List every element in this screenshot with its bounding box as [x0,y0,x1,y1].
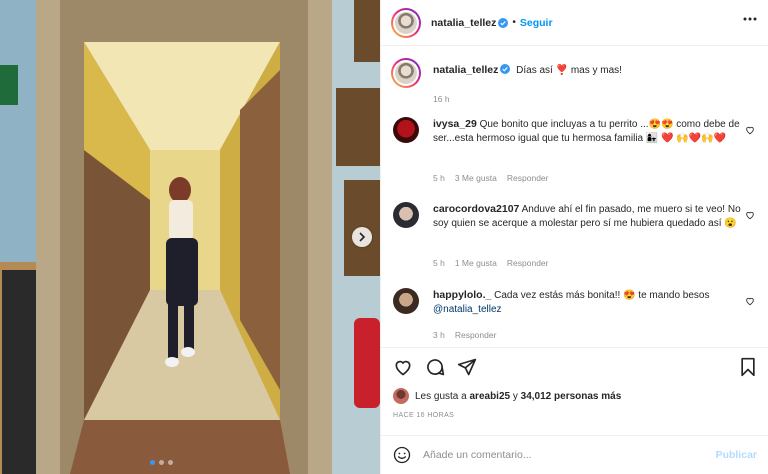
caption-username[interactable]: natalia_tellez [433,64,498,76]
liker-username[interactable]: areabi25 [470,391,511,402]
action-bar [381,347,768,387]
comment-like-icon[interactable] [745,125,755,135]
comment-like-icon[interactable] [745,210,755,220]
likes-summary: Les gusta a areabi25 y 34,012 personas m… [393,388,621,404]
comment-bubble-icon[interactable] [425,357,445,377]
verified-badge-icon [500,64,511,74]
comment-username[interactable]: happylolo._ [433,289,491,301]
likes-middle: y [512,390,518,402]
follow-button[interactable]: Seguir [520,17,553,29]
comment-reply-button[interactable]: Responder [507,258,549,268]
likes-count[interactable]: 34,012 personas más [521,391,622,402]
save-bookmark-icon[interactable] [739,357,757,377]
post-header: natalia_tellez • Seguir [381,0,768,46]
caption-avatar[interactable] [391,58,421,88]
photo-image [0,0,380,474]
carousel-dot [168,460,173,465]
comment-likes-count[interactable]: 1 Me gusta [455,258,497,268]
likes-prefix: Les gusta a [415,390,467,402]
caption-time: 16 h [433,94,450,104]
post-timestamp: HACE 16 HORAS [393,412,455,419]
comment-time: 3 h [433,330,445,340]
comment-avatar[interactable] [393,288,419,314]
carousel-dot-active [150,460,155,465]
comment-input[interactable] [423,449,693,461]
carousel-dots [150,460,173,465]
emoji-icon[interactable] [393,446,411,464]
next-image-button[interactable] [352,227,372,247]
comment-like-icon[interactable] [745,296,755,306]
more-options-icon[interactable] [743,17,757,21]
header-separator: • [512,17,516,28]
comment-text: Cada vez estás más bonita!! 😍 te mando b… [494,290,710,301]
share-send-icon[interactable] [457,357,477,377]
author-avatar[interactable] [391,7,421,38]
publish-button[interactable]: Publicar [716,449,757,461]
post-photo[interactable] [0,0,380,474]
comment-reply-button[interactable]: Responder [507,173,549,183]
comment-text: Que bonito que incluyas a tu perrito ...… [433,119,740,144]
comment-username[interactable]: carocordova2107 [433,203,519,215]
comment-username[interactable]: ivysa_29 [433,118,477,130]
verified-badge-icon [498,17,509,28]
comment-likes-count[interactable]: 3 Me gusta [455,173,497,183]
comment-time: 5 h [433,173,445,183]
comment-time: 5 h [433,258,445,268]
carousel-dot [159,460,164,465]
comment-mention[interactable]: @natalia_tellez [433,304,502,315]
chevron-right-icon [359,232,366,242]
comments-list[interactable]: natalia_tellez Días así ❣️ mas y mas! 16… [381,47,768,347]
comment-composer: Publicar [381,435,768,474]
caption-text: Días así ❣️ mas y mas! [516,65,622,76]
comment-reply-button[interactable]: Responder [455,330,497,340]
like-heart-icon[interactable] [393,357,413,377]
post-side-panel: natalia_tellez • Seguir natalia_tellez D… [380,0,768,474]
liker-avatar[interactable] [393,388,409,404]
author-username[interactable]: natalia_tellez [431,17,496,29]
comment-avatar[interactable] [393,202,419,228]
comment-avatar[interactable] [393,117,419,143]
